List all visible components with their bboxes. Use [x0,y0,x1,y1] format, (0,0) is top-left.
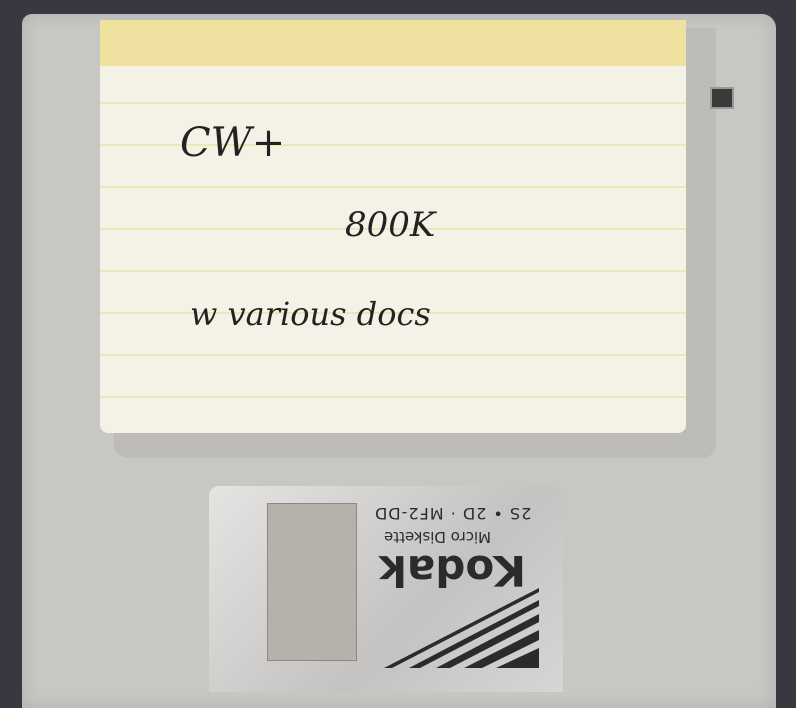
product-name: Micro Diskette [384,528,492,546]
handwritten-line-1: CW+ [180,120,286,166]
disk-spec: 2S • 2D · MF2-DD [374,504,532,523]
shutter-window [267,503,357,661]
handwritten-line-3: w various docs [190,295,431,333]
handwritten-line-2: 800K [345,205,436,245]
metal-shutter: 2S • 2D · MF2-DD Micro Diskette Kodak [209,486,563,692]
write-protect-hole [710,87,734,109]
disk-label: CW+ 800K w various docs [100,20,686,433]
label-yellow-strip [100,20,686,66]
kodak-stripes-logo [384,588,539,668]
